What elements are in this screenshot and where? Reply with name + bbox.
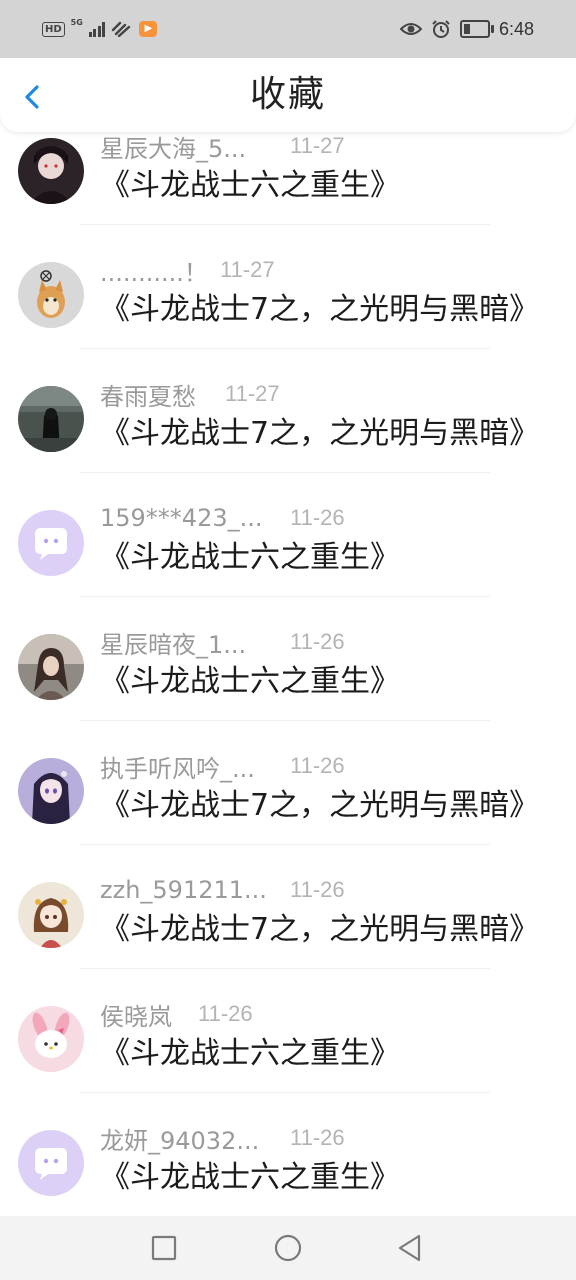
- list-item[interactable]: 龙妍_94032... 11-26 《斗龙战士六之重生》: [0, 1120, 576, 1216]
- nav-back-button[interactable]: [394, 1232, 426, 1264]
- item-meta: 春雨夏愁 11-27: [100, 376, 280, 412]
- divider: [80, 720, 490, 721]
- username: 星辰暗夜_1...: [100, 630, 247, 659]
- username: 侯晓岚: [100, 1002, 172, 1031]
- story-title[interactable]: 《斗龙战士六之重生》: [100, 166, 552, 206]
- list-item[interactable]: 侯晓岚 11-26 《斗龙战士六之重生》: [0, 996, 576, 1120]
- item-meta: ...........！ 11-27: [100, 252, 275, 288]
- page-title: 收藏: [249, 74, 326, 115]
- list-item[interactable]: 159***423_... 11-26 《斗龙战士六之重生》: [0, 500, 576, 624]
- divider: [80, 224, 490, 225]
- story-title[interactable]: 《斗龙战士7之，之光明与黑暗》: [100, 414, 552, 454]
- date: 11-27: [220, 257, 275, 282]
- date: 11-27: [290, 133, 345, 158]
- photo-girl-avatar[interactable]: [18, 634, 84, 700]
- date: 11-27: [225, 381, 280, 406]
- header: 收藏: [0, 58, 576, 132]
- circle-icon: [274, 1234, 302, 1262]
- username: 龙妍_94032...: [100, 1126, 260, 1155]
- date: 11-26: [198, 1001, 253, 1026]
- story-title[interactable]: 《斗龙战士六之重生》: [100, 662, 552, 702]
- list-item[interactable]: 执手听风吟_... 11-26 《斗龙战士7之，之光明与黑暗》: [0, 748, 576, 872]
- item-meta: 星辰大海_5... 11-27: [100, 128, 345, 164]
- divider: [80, 596, 490, 597]
- list-item[interactable]: 星辰大海_5... 11-27 《斗龙战士六之重生》: [0, 128, 576, 252]
- username: 星辰大海_5...: [100, 134, 247, 163]
- date: 11-26: [290, 1125, 345, 1150]
- username: ...........！: [100, 258, 208, 287]
- list-item[interactable]: ...........！ 11-27 《斗龙战士7之，之光明与黑暗》: [0, 252, 576, 376]
- dark-figure-avatar[interactable]: [18, 386, 84, 452]
- username: 春雨夏愁: [100, 382, 196, 411]
- system-nav-bar: [0, 1216, 576, 1280]
- item-meta: 侯晓岚 11-26: [100, 996, 253, 1032]
- date: 11-26: [290, 505, 345, 530]
- anime-girl-avatar[interactable]: [18, 758, 84, 824]
- item-meta: 159***423_... 11-26: [100, 500, 345, 536]
- username: zzh_591211...: [100, 876, 267, 904]
- list-item[interactable]: 星辰暗夜_1... 11-26 《斗龙战士六之重生》: [0, 624, 576, 748]
- triangle-back-icon: [398, 1234, 421, 1262]
- date: 11-26: [290, 753, 345, 778]
- story-title[interactable]: 《斗龙战士7之，之光明与黑暗》: [100, 786, 552, 826]
- default-chat-avatar[interactable]: [18, 510, 84, 576]
- date: 11-26: [290, 877, 345, 902]
- divider: [80, 472, 490, 473]
- favorites-list[interactable]: 星辰大海_5... 11-27 《斗龙战士六之重生》 ...........！ …: [0, 0, 576, 1216]
- story-title[interactable]: 《斗龙战士六之重生》: [100, 1158, 552, 1198]
- divider: [80, 1092, 490, 1093]
- date: 11-26: [290, 629, 345, 654]
- list-item[interactable]: 春雨夏愁 11-27 《斗龙战士7之，之光明与黑暗》: [0, 376, 576, 500]
- square-icon: [151, 1235, 177, 1261]
- username: 159***423_...: [100, 504, 263, 532]
- pink-character-avatar[interactable]: [18, 1006, 84, 1072]
- divider: [80, 968, 490, 969]
- username: 执手听风吟_...: [100, 754, 255, 783]
- divider: [80, 348, 490, 349]
- recent-apps-button[interactable]: [148, 1232, 180, 1264]
- list-item[interactable]: zzh_591211... 11-26 《斗龙战士7之，之光明与黑暗》: [0, 872, 576, 996]
- shiba-dog-avatar[interactable]: [18, 262, 84, 328]
- default-chat-avatar[interactable]: [18, 1130, 84, 1196]
- home-button[interactable]: [272, 1232, 304, 1264]
- dark-girl-avatar[interactable]: [18, 138, 84, 204]
- item-meta: zzh_591211... 11-26: [100, 872, 345, 908]
- item-meta: 星辰暗夜_1... 11-26: [100, 624, 345, 660]
- item-meta: 龙妍_94032... 11-26: [100, 1120, 345, 1156]
- divider: [80, 844, 490, 845]
- item-meta: 执手听风吟_... 11-26: [100, 748, 345, 784]
- anime-doll-avatar[interactable]: [18, 882, 84, 948]
- story-title[interactable]: 《斗龙战士7之，之光明与黑暗》: [100, 910, 552, 950]
- story-title[interactable]: 《斗龙战士六之重生》: [100, 1034, 552, 1074]
- story-title[interactable]: 《斗龙战士六之重生》: [100, 538, 552, 578]
- story-title[interactable]: 《斗龙战士7之，之光明与黑暗》: [100, 290, 552, 330]
